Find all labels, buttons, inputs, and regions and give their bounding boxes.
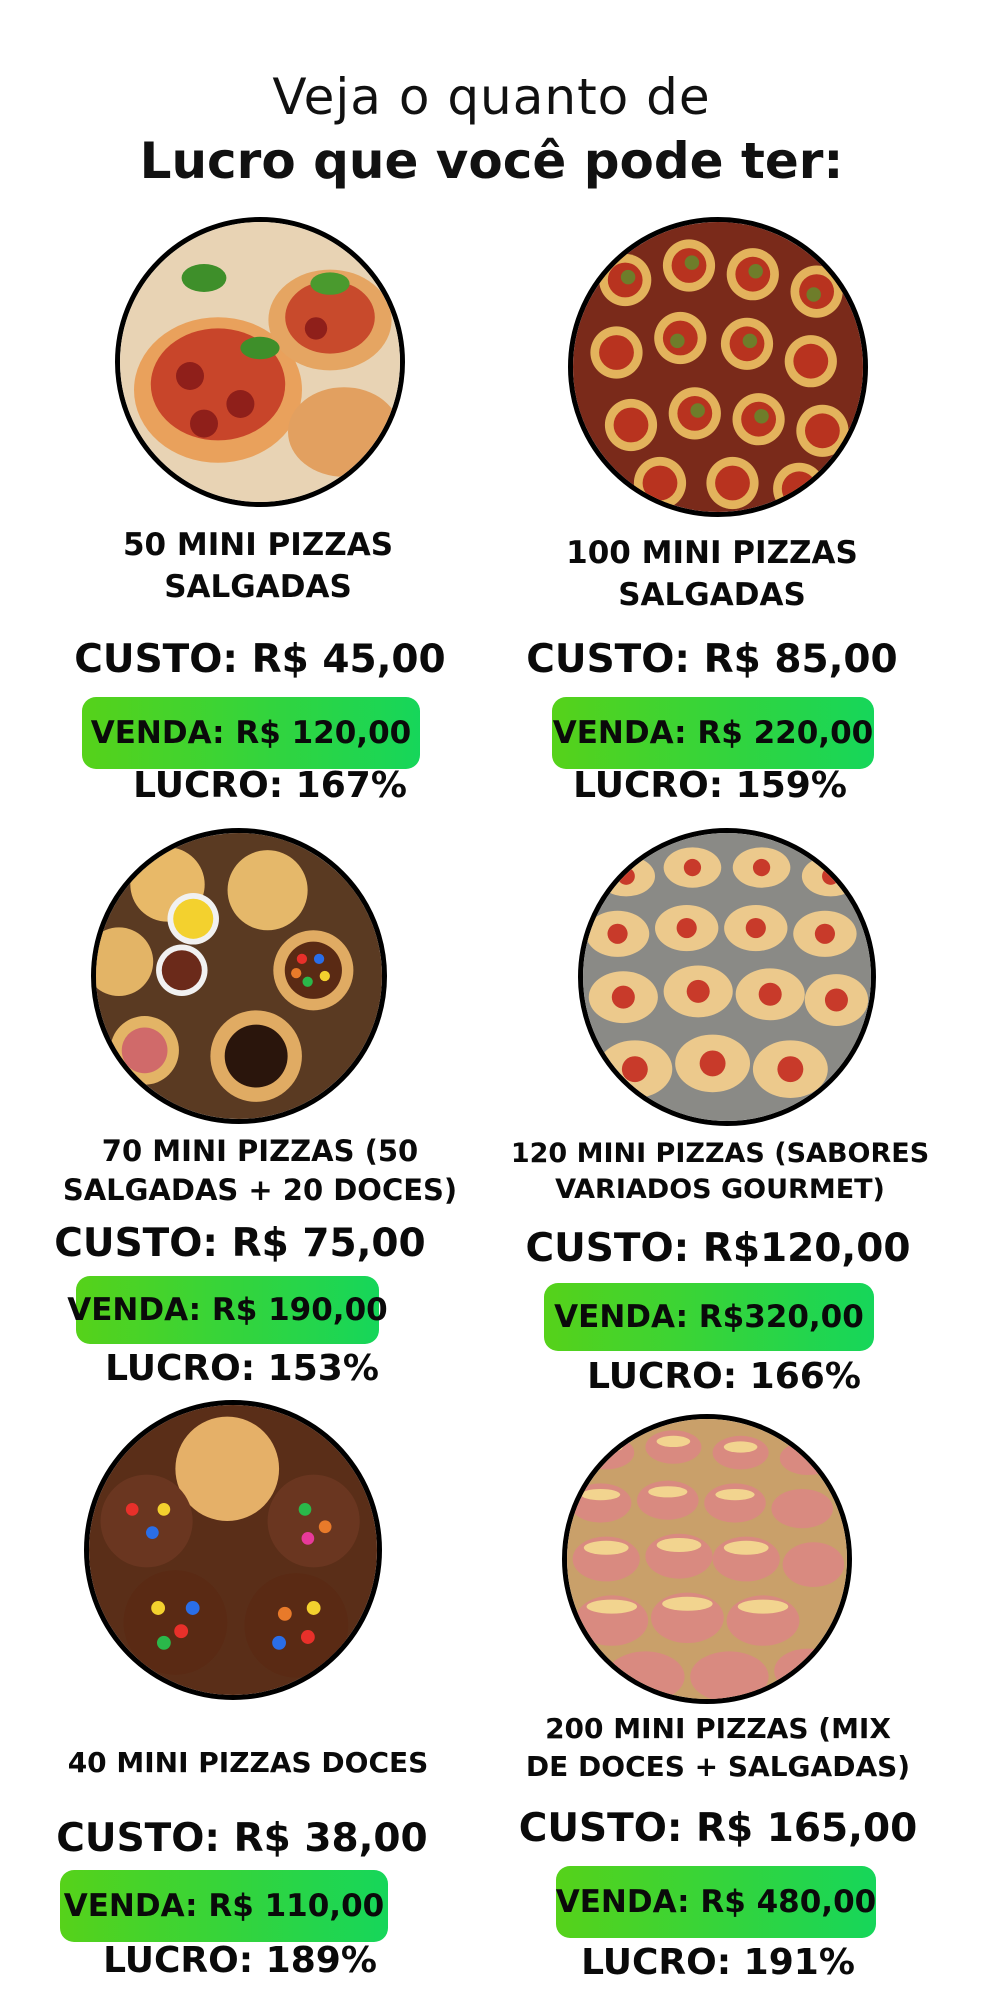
product-profit: LUCRO: 189% <box>103 1940 377 1981</box>
product-title: 120 MINI PIZZAS (SABORES VARIADOS GOURME… <box>510 1138 930 1206</box>
product-title: 100 MINI PIZZAS SALGADAS <box>566 535 858 613</box>
product-sale-badge: VENDA: R$ 120,00 <box>82 697 420 769</box>
product-image-chocolate-candy <box>84 1400 382 1700</box>
product-image-olive-tomato <box>568 217 868 517</box>
product-profit: LUCRO: 166% <box>587 1356 861 1397</box>
product-card-70-mixed: 70 MINI PIZZAS (50 SALGADAS + 20 DOCES) … <box>20 828 480 1398</box>
product-card-200-mix: 200 MINI PIZZAS (MIX DE DOCES + SALGADAS… <box>500 1414 960 1994</box>
product-title: 40 MINI PIZZAS DOCES <box>67 1746 429 1779</box>
product-image-pepperoni-tray <box>578 828 876 1126</box>
product-sale-badge: VENDA: R$320,00 <box>544 1283 874 1351</box>
product-profit: LUCRO: 153% <box>105 1348 379 1389</box>
product-profit: LUCRO: 167% <box>133 765 407 806</box>
product-title: 200 MINI PIZZAS (MIX DE DOCES + SALGADAS… <box>525 1712 911 1783</box>
product-title: 70 MINI PIZZAS (50 SALGADAS + 20 DOCES) <box>62 1134 458 1208</box>
page: Veja o quanto de Lucro que você pode ter… <box>0 0 983 2000</box>
product-cost: CUSTO: R$ 165,00 <box>518 1806 918 1851</box>
product-card-120-gourmet: 120 MINI PIZZAS (SABORES VARIADOS GOURME… <box>500 828 960 1398</box>
product-cost: CUSTO: R$ 38,00 <box>56 1816 428 1861</box>
product-cost: CUSTO: R$120,00 <box>525 1226 911 1271</box>
product-sale-badge: VENDA: R$ 110,00 <box>60 1870 388 1942</box>
product-card-40-sweet: 40 MINI PIZZAS DOCES CUSTO: R$ 38,00 VEN… <box>20 1400 480 1990</box>
product-profit: LUCRO: 159% <box>573 765 847 806</box>
product-cost: CUSTO: R$ 75,00 <box>54 1221 426 1266</box>
headline-line-2: Lucro que você pode ter: <box>139 132 844 190</box>
product-sale-badge: VENDA: R$ 480,00 <box>556 1866 876 1938</box>
product-image-savory-pepperoni <box>115 217 405 507</box>
product-sale-badge: VENDA: R$ 190,00 <box>67 1276 388 1344</box>
product-cost: CUSTO: R$ 45,00 <box>74 637 446 682</box>
product-sale-badge: VENDA: R$ 220,00 <box>552 697 874 769</box>
product-profit: LUCRO: 191% <box>581 1942 855 1983</box>
headline-line-1: Veja o quanto de <box>272 68 711 126</box>
product-image-ham-cheese-rows <box>562 1414 852 1704</box>
product-title: 50 MINI PIZZAS SALGADAS <box>122 527 394 605</box>
product-card-50-savory: 50 MINI PIZZAS SALGADAS CUSTO: R$ 45,00 … <box>40 215 480 815</box>
product-image-sweet-savory-dips <box>91 828 387 1124</box>
product-cost: CUSTO: R$ 85,00 <box>526 637 898 682</box>
product-card-100-savory: 100 MINI PIZZAS SALGADAS CUSTO: R$ 85,00… <box>500 215 940 815</box>
